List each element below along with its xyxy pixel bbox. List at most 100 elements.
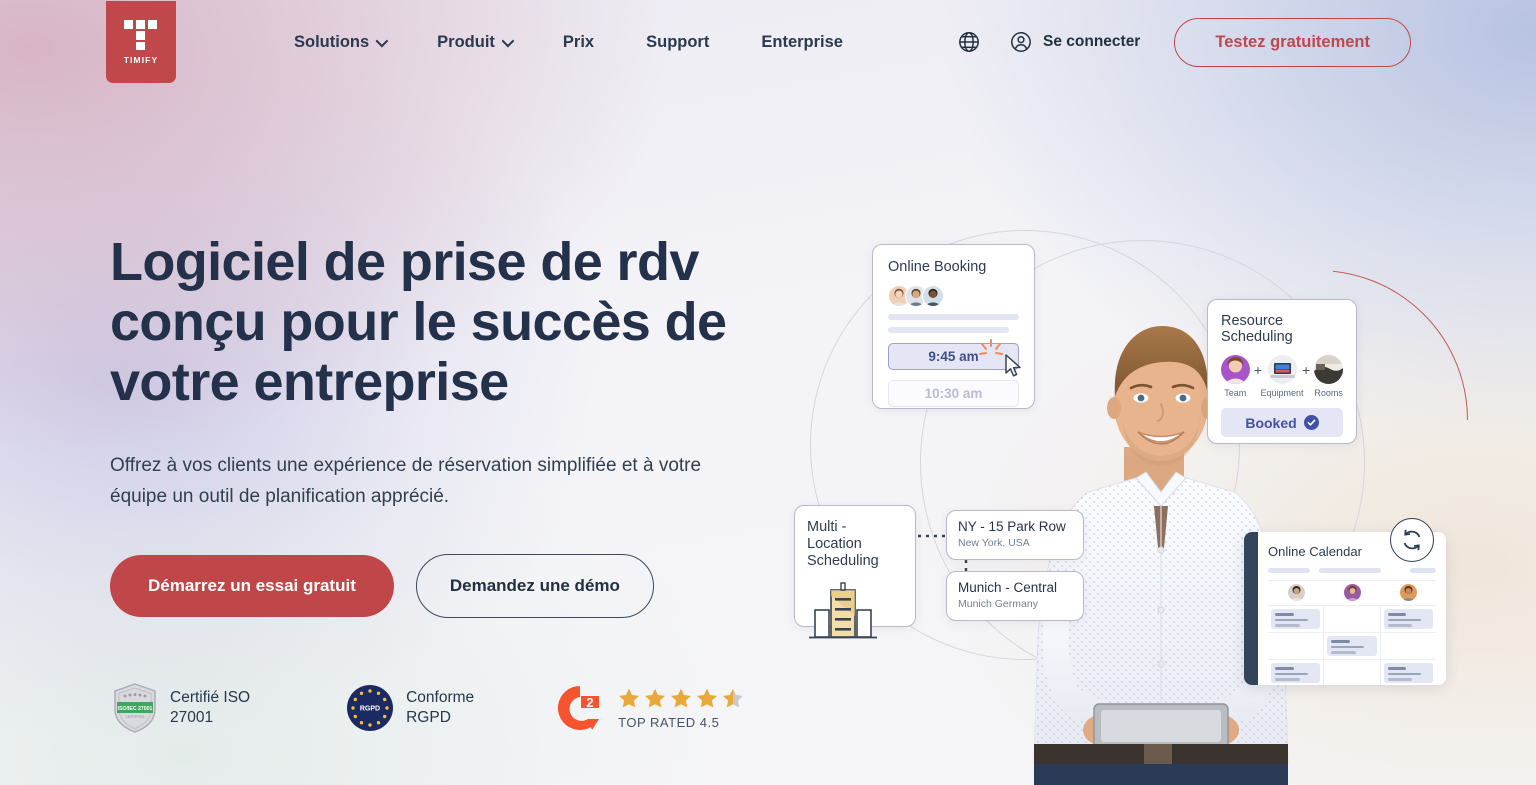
mouse-pointer-icon: [1005, 354, 1021, 377]
status-label: Booked: [1245, 414, 1297, 431]
g2-caption: TOP RATED 4.5: [618, 714, 720, 730]
location-item[interactable]: NY - 15 Park Row New York, USA: [946, 510, 1084, 560]
calendar-cell[interactable]: [1324, 633, 1381, 659]
check-circle-icon: [1303, 415, 1319, 430]
calendar-cell[interactable]: [1381, 660, 1436, 685]
nav-label: Solutions: [294, 32, 370, 51]
nav-item-prix[interactable]: Prix: [537, 33, 620, 52]
calendar-staff-col: [1268, 581, 1324, 605]
page-title: Logiciel de prise de rdv conçu pour le s…: [110, 232, 727, 412]
hero-page: TIMIFY Solutions Produit Prix Support En…: [0, 0, 1536, 785]
status-badge: Booked: [1221, 408, 1343, 437]
staff-avatar: [1287, 584, 1305, 601]
office-building-icon: [809, 582, 877, 639]
hero-illustration: Online Booking 9:45 am 10:30 am Resource…: [760, 120, 1536, 785]
location-sub: Munich Germany: [958, 598, 1038, 610]
badge-iso-label: Certifié ISO 27001: [170, 688, 250, 728]
plus-separator: +: [1302, 362, 1311, 378]
iso-shield-badge-icon: ISO/IEC 27001 CERTIFIED: [114, 683, 156, 733]
calendar-tab[interactable]: [1410, 568, 1436, 573]
avatar: [922, 285, 944, 307]
chevron-down-icon: [375, 34, 389, 47]
online-booking-card: Online Booking 9:45 am 10:30 am: [872, 244, 1035, 409]
card-title: Resource Scheduling: [1221, 313, 1293, 345]
calendar-cell[interactable]: [1324, 660, 1381, 685]
hero-copy: Logiciel de prise de rdv conçu pour le s…: [110, 232, 750, 618]
resource-equipment: Equipment: [1260, 355, 1304, 398]
timeslot-other[interactable]: 10:30 am: [888, 380, 1019, 407]
timify-t-logo-icon: [124, 19, 158, 50]
resource-scheduling-card: Resource Scheduling Team + Equipment + R…: [1207, 299, 1357, 444]
badge-g2-rating: 2 TOP RATED 4.5: [554, 682, 744, 734]
badge-line-1: Certifié ISO: [170, 689, 251, 706]
calendar-cell[interactable]: [1268, 660, 1325, 685]
badge-line-2: RGPD: [406, 709, 451, 726]
nav-label: Prix: [562, 32, 595, 51]
calendar-event[interactable]: [1271, 609, 1321, 629]
star-icon: [645, 688, 666, 707]
sync-refresh-icon[interactable]: [1390, 518, 1434, 562]
calendar-tabs: [1268, 568, 1436, 573]
calendar-event[interactable]: [1383, 663, 1433, 683]
nav-label: Produit: [437, 32, 495, 51]
multi-location-card: Multi - Location Scheduling: [794, 505, 916, 639]
resource-team: Team: [1220, 355, 1250, 398]
login-link[interactable]: Se connecter: [1009, 30, 1140, 54]
nav-item-enterprise[interactable]: Enterprise: [735, 33, 869, 52]
calendar-tab[interactable]: [1319, 568, 1381, 573]
calendar-grid: [1268, 580, 1436, 685]
location-name: NY - 15 Park Row: [958, 519, 1066, 534]
staff-avatar: [1399, 584, 1417, 601]
click-spark-icon: [979, 339, 1003, 355]
trust-badges: ISO/IEC 27001 CERTIFIED Certifié ISO 270…: [112, 682, 744, 734]
card-title: Multi - Location Scheduling: [807, 519, 903, 570]
main-nav: Solutions Produit Prix Support Enterpris…: [268, 33, 869, 52]
calendar-tab[interactable]: [1268, 568, 1310, 573]
location-name: Munich - Central: [958, 580, 1058, 595]
globe-icon[interactable]: [957, 30, 981, 54]
header-actions: Se connecter Testez gratuitement: [957, 17, 1411, 67]
skeleton-line: [888, 314, 1019, 320]
calendar-cell[interactable]: [1268, 606, 1325, 632]
timeslot-label: 9:45 am: [928, 349, 979, 364]
hero-cta-group: Démarrez un essai gratuit Demandez une d…: [110, 554, 750, 618]
staff-avatar: [1343, 584, 1361, 601]
login-label: Se connecter: [1043, 33, 1141, 50]
resource-row: Team + Equipment + Rooms: [1220, 355, 1344, 398]
room-photo-icon: [1314, 355, 1344, 384]
g2-logo-icon: 2: [558, 685, 600, 730]
card-title-line-1: Multi - Location: [807, 519, 862, 552]
nav-item-produit[interactable]: Produit: [411, 33, 537, 52]
svg-text:2: 2: [587, 695, 594, 710]
resource-label: Equipment: [1260, 388, 1304, 398]
plus-separator: +: [1253, 362, 1262, 378]
calendar-cell[interactable]: [1381, 606, 1436, 632]
calendar-row: [1268, 632, 1436, 659]
star-icon: [671, 688, 692, 707]
location-item[interactable]: Munich - Central Munich Germany: [946, 571, 1084, 621]
badge-gdpr-label: Conforme RGPD: [406, 688, 474, 728]
calendar-cell[interactable]: [1268, 633, 1325, 659]
avatar-group: [888, 285, 1019, 307]
free-trial-header-button[interactable]: Testez gratuitement: [1174, 17, 1411, 67]
start-free-trial-button[interactable]: Démarrez un essai gratuit: [110, 555, 394, 617]
calendar-cell[interactable]: [1324, 606, 1381, 632]
badge-line-2: 27001: [170, 709, 214, 726]
calendar-event[interactable]: [1383, 609, 1433, 629]
logo-wordmark: TIMIFY: [123, 54, 159, 65]
timeslot-selected[interactable]: 9:45 am: [888, 339, 1021, 377]
request-demo-button[interactable]: Demandez une démo: [415, 554, 654, 618]
chevron-down-icon: [501, 34, 515, 47]
svg-text:ISO/IEC 27001: ISO/IEC 27001: [118, 706, 153, 712]
card-title-line-2: Scheduling: [807, 553, 879, 569]
nav-item-support[interactable]: Support: [620, 33, 735, 52]
calendar-event[interactable]: [1271, 663, 1321, 683]
svg-text:CERTIFIED: CERTIFIED: [126, 715, 145, 719]
site-header: TIMIFY Solutions Produit Prix Support En…: [0, 0, 1536, 84]
calendar-spine: [1244, 532, 1258, 685]
nav-item-solutions[interactable]: Solutions: [268, 33, 411, 52]
badge-iso-27001: ISO/IEC 27001 CERTIFIED Certifié ISO 270…: [112, 682, 250, 734]
calendar-event[interactable]: [1327, 636, 1377, 656]
calendar-cell[interactable]: [1381, 633, 1436, 659]
timify-logo[interactable]: TIMIFY: [106, 1, 176, 83]
